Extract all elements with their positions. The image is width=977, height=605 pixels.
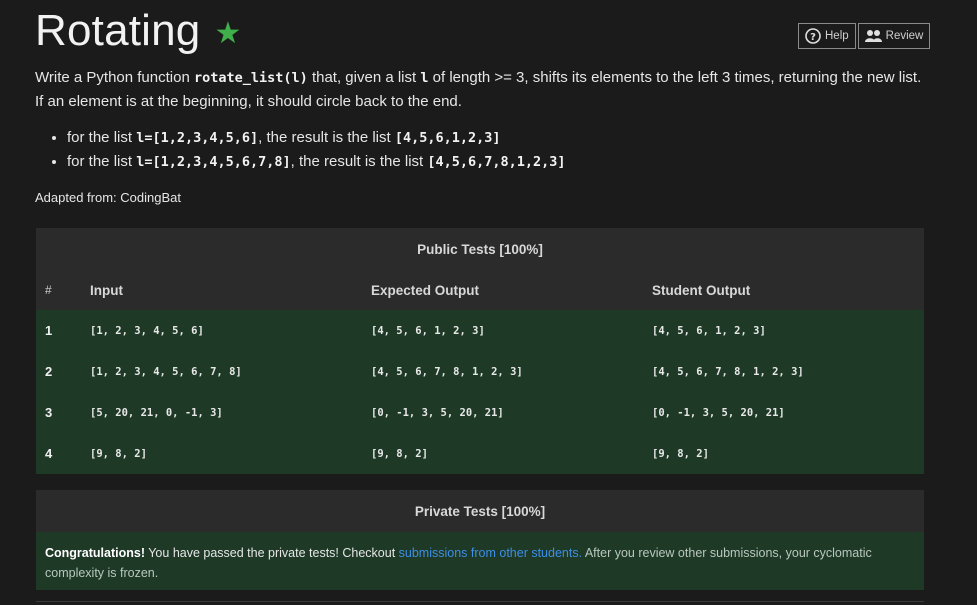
submissions-link[interactable]: submissions from other students.: [399, 546, 582, 560]
row-number: 4: [45, 446, 53, 461]
expected-cell: [4, 5, 6, 7, 8, 1, 2, 3]: [371, 365, 523, 378]
examples-list: for the list l=[1,2,3,4,5,6], the result…: [35, 126, 566, 174]
student-cell: [0, -1, 3, 5, 20, 21]: [652, 406, 785, 419]
table-row: 4 [9, 8, 2] [9, 8, 2] [9, 8, 2]: [36, 433, 924, 474]
row-number: 3: [45, 405, 53, 420]
svg-text:?: ?: [810, 32, 816, 43]
problem-description: Write a Python function rotate_list(l) t…: [35, 69, 922, 110]
row-number: 1: [45, 323, 53, 338]
divider: [36, 601, 924, 602]
public-tests-title: Public Tests [100%]: [417, 241, 543, 257]
col-expected: Expected Output: [371, 282, 480, 298]
col-student: Student Output: [652, 282, 751, 298]
list-item: for the list l=[1,2,3,4,5,6], the result…: [67, 126, 566, 150]
expected-cell: [9, 8, 2]: [371, 447, 428, 460]
row-number: 2: [45, 364, 53, 379]
help-label: Help: [825, 30, 849, 42]
table-row: 1 [1, 2, 3, 4, 5, 6] [4, 5, 6, 1, 2, 3] …: [36, 310, 924, 351]
input-cell: [1, 2, 3, 4, 5, 6, 7, 8]: [90, 365, 242, 378]
student-cell: [4, 5, 6, 7, 8, 1, 2, 3]: [652, 365, 804, 378]
student-cell: [9, 8, 2]: [652, 447, 709, 460]
expected-cell: [0, -1, 3, 5, 20, 21]: [371, 406, 504, 419]
users-icon: [864, 29, 882, 43]
page-title: Rotating: [35, 6, 201, 55]
public-tests-panel: Public Tests [100%] # Input Expected Out…: [36, 228, 924, 474]
col-num: #: [45, 283, 52, 297]
title-row: Rotating ★: [35, 6, 241, 56]
input-cell: [5, 20, 21, 0, -1, 3]: [90, 406, 223, 419]
student-cell: [4, 5, 6, 1, 2, 3]: [652, 324, 766, 337]
private-tests-message: Congratulations! You have passed the pri…: [36, 532, 924, 590]
table-row: 3 [5, 20, 21, 0, -1, 3] [0, -1, 3, 5, 20…: [36, 392, 924, 433]
private-tests-title: Private Tests [100%]: [414, 503, 546, 519]
table-body: 1 [1, 2, 3, 4, 5, 6] [4, 5, 6, 1, 2, 3] …: [36, 310, 924, 474]
private-tests-panel: Private Tests [100%] Congratulations! Yo…: [36, 490, 924, 590]
header-buttons: ? Help Review: [798, 23, 931, 49]
congrats-text: Congratulations!: [45, 546, 145, 560]
input-cell: [1, 2, 3, 4, 5, 6]: [90, 324, 204, 337]
table-row: 2 [1, 2, 3, 4, 5, 6, 7, 8] [4, 5, 6, 7, …: [36, 351, 924, 392]
adapted-from: Adapted from: CodingBat: [35, 190, 181, 205]
input-cell: [9, 8, 2]: [90, 447, 147, 460]
expected-cell: [4, 5, 6, 1, 2, 3]: [371, 324, 485, 337]
star-icon[interactable]: ★: [214, 19, 241, 49]
col-input: Input: [90, 282, 123, 298]
review-button[interactable]: Review: [857, 23, 931, 49]
help-button[interactable]: ? Help: [798, 23, 856, 49]
list-item: for the list l=[1,2,3,4,5,6,7,8], the re…: [67, 150, 566, 174]
question-circle-icon: ?: [805, 28, 821, 44]
review-label: Review: [885, 30, 924, 42]
table-header: # Input Expected Output Student Output: [36, 270, 924, 310]
